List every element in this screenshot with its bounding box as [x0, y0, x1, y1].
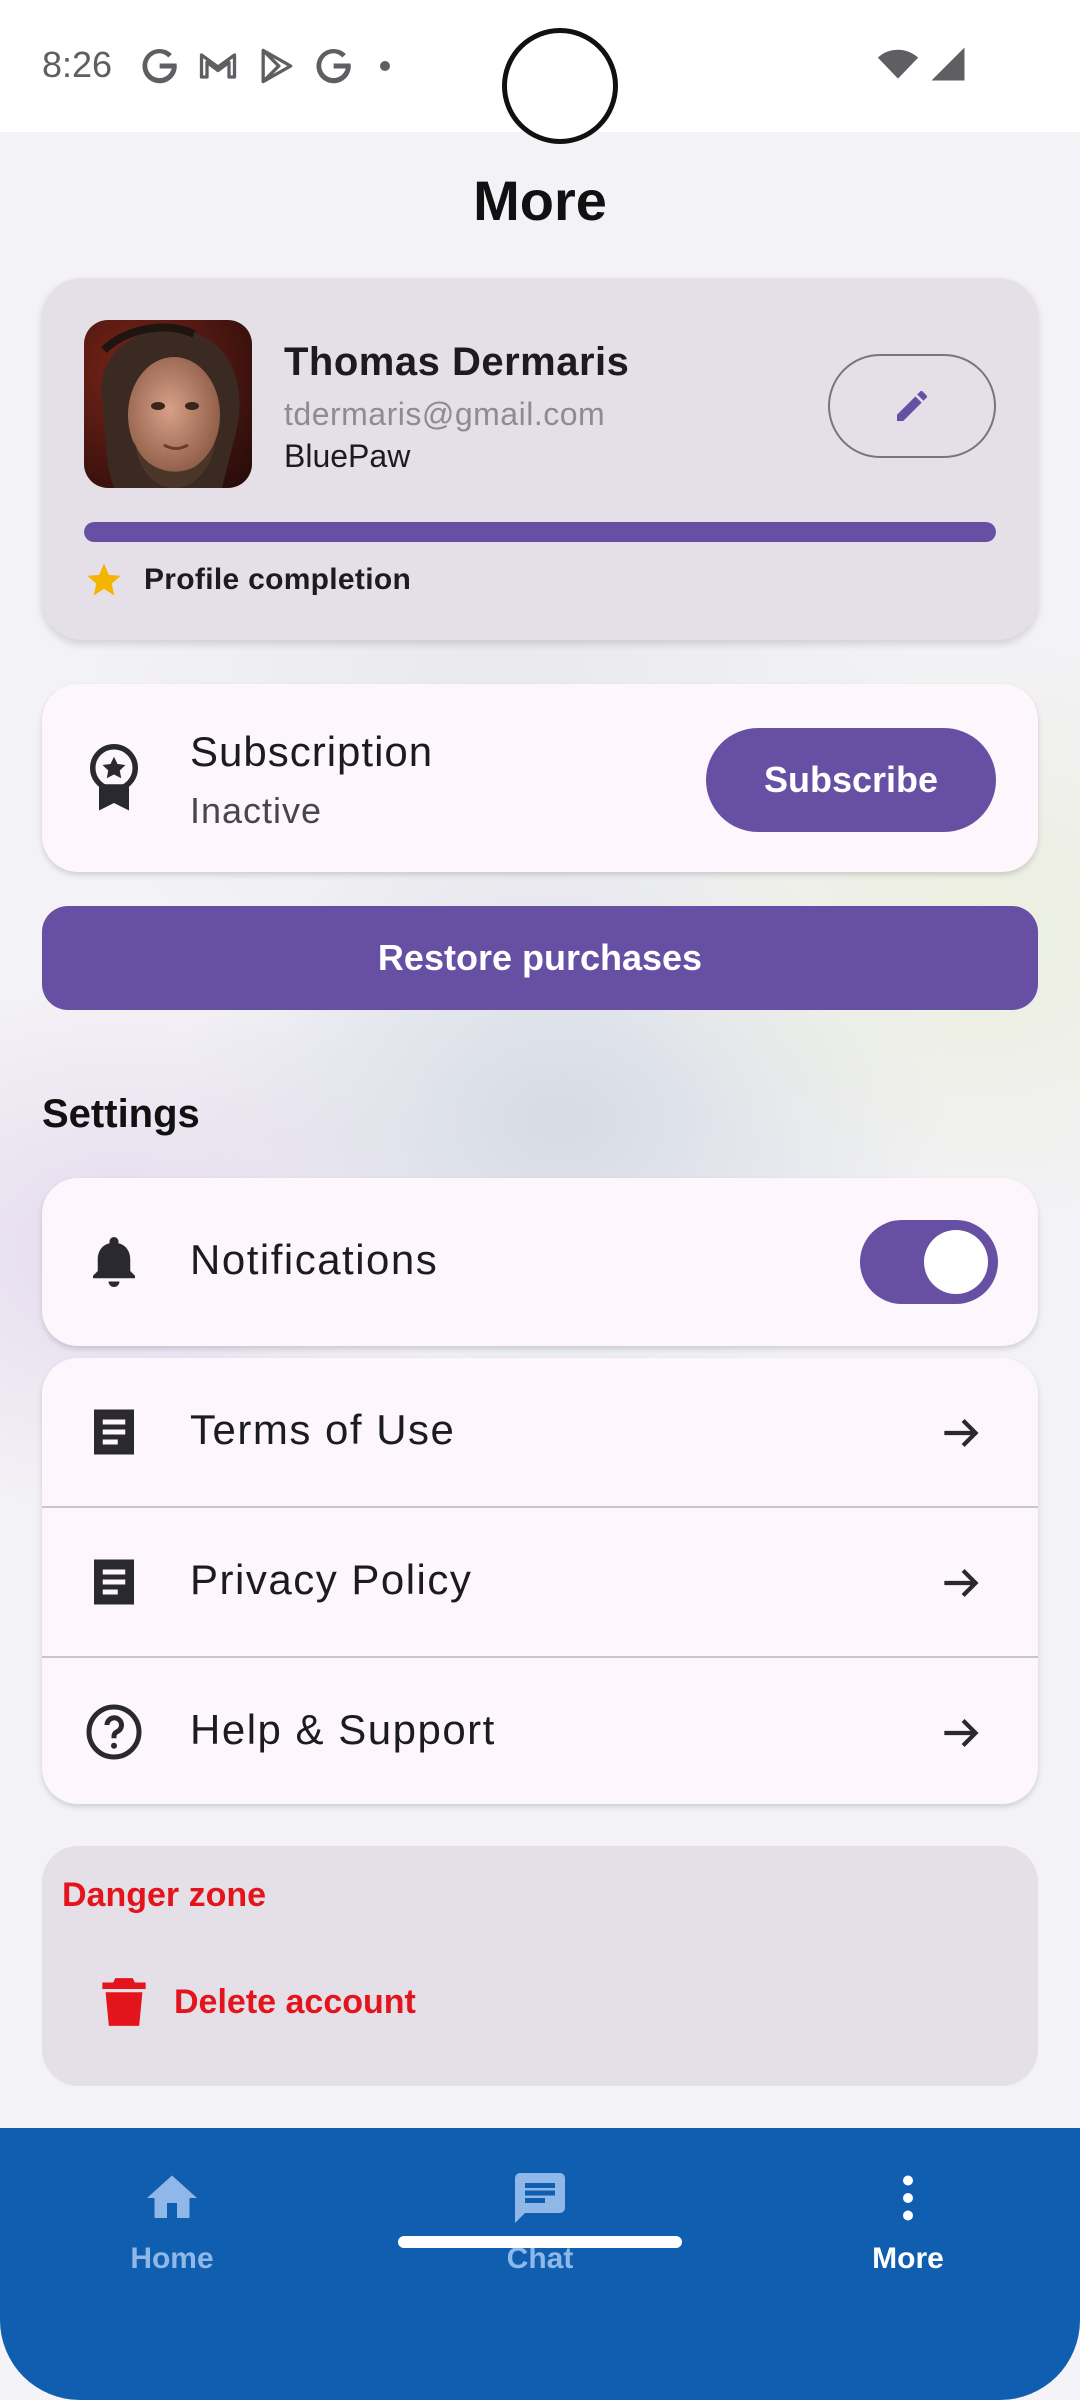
- delete-account-label: Delete account: [174, 1982, 416, 2021]
- settings-links-card: Terms of Use Privacy Policy Help & Suppo…: [42, 1358, 1038, 1804]
- progress-fill: [84, 522, 996, 542]
- danger-zone-card: Danger zone Delete account: [42, 1846, 1038, 2086]
- page-title: More: [473, 169, 607, 232]
- avatar[interactable]: [84, 320, 252, 488]
- system-status-icons: [876, 42, 970, 86]
- subscribe-button[interactable]: Subscribe: [706, 728, 996, 832]
- pencil-icon: [897, 390, 927, 421]
- wifi-icon: [877, 49, 919, 79]
- dot-icon: [380, 61, 390, 71]
- notifications-row: Notifications: [42, 1178, 1038, 1346]
- help-support-label: Help & Support: [190, 1706, 496, 1753]
- avatar-photo: [84, 320, 252, 488]
- status-bar: 8:26: [0, 0, 1080, 144]
- nav-item-chat[interactable]: Chat: [390, 2168, 690, 2276]
- signal-icon: [931, 47, 965, 81]
- settings-heading: Settings: [42, 1092, 200, 1136]
- privacy-policy-row[interactable]: Privacy Policy: [42, 1506, 1038, 1654]
- bell-icon: [93, 1237, 135, 1287]
- help-circle-icon: [86, 1704, 142, 1760]
- google-g-icon: [316, 48, 351, 84]
- arrow-right-icon: [944, 1569, 979, 1597]
- profile-company: BluePaw: [284, 438, 411, 474]
- profile-completion-row: Profile completion: [84, 560, 411, 600]
- gmail-icon: [199, 53, 237, 79]
- home-indicator[interactable]: [398, 2236, 682, 2248]
- subscription-title: Subscription: [190, 728, 434, 775]
- profile-completion-progress: [84, 522, 996, 542]
- camera-cutout: [502, 28, 618, 144]
- nav-label-home: Home: [130, 2242, 214, 2275]
- profile-name: Thomas Dermaris: [284, 340, 630, 384]
- delete-account-button[interactable]: Delete account: [102, 1976, 416, 2028]
- notification-icons: [138, 44, 390, 88]
- help-support-row[interactable]: Help & Support: [42, 1656, 1038, 1804]
- award-badge-icon: [90, 744, 138, 811]
- document-icon: [94, 1559, 134, 1605]
- star-icon: [87, 563, 121, 596]
- subscription-status: Inactive: [190, 790, 323, 831]
- nav-item-home[interactable]: Home: [22, 2168, 322, 2276]
- document-icon: [94, 1409, 134, 1455]
- nav-item-more[interactable]: More: [758, 2168, 1058, 2276]
- status-time: 8:26: [42, 44, 113, 85]
- notifications-toggle[interactable]: [860, 1220, 998, 1304]
- arrow-right-icon: [944, 1719, 979, 1747]
- arrow-right-icon: [944, 1419, 979, 1447]
- play-store-icon: [261, 48, 293, 84]
- nav-label-more: More: [872, 2242, 944, 2275]
- terms-of-use-row[interactable]: Terms of Use: [42, 1358, 1038, 1506]
- profile-email: tdermaris@gmail.com: [284, 396, 606, 432]
- notifications-label: Notifications: [190, 1236, 439, 1283]
- chat-icon: [515, 2173, 565, 2223]
- trash-icon: [102, 1978, 146, 2026]
- restore-purchases-button[interactable]: Restore purchases: [42, 906, 1038, 1010]
- subscription-card: Subscription Inactive Subscribe: [42, 684, 1038, 872]
- more-vertical-icon: [903, 2175, 913, 2221]
- privacy-policy-label: Privacy Policy: [190, 1556, 473, 1603]
- danger-zone-title: Danger zone: [62, 1876, 267, 1914]
- edit-profile-button[interactable]: [828, 354, 996, 458]
- toggle-knob: [924, 1230, 988, 1294]
- home-icon: [147, 2175, 197, 2218]
- profile-card: Thomas Dermaris tdermaris@gmail.com Blue…: [42, 278, 1038, 640]
- bottom-navigation: Home Chat More: [0, 2128, 1080, 2400]
- terms-of-use-label: Terms of Use: [190, 1406, 456, 1453]
- profile-completion-label: Profile completion: [144, 563, 412, 596]
- google-g-icon: [142, 48, 177, 84]
